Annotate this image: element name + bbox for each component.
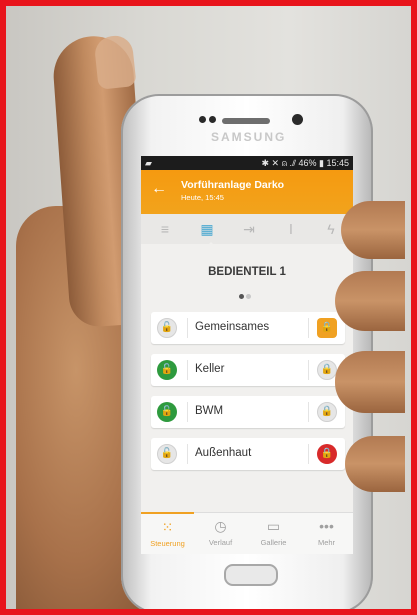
page-dot-active <box>239 294 244 299</box>
area-label: BWM <box>195 405 224 417</box>
chat-icon: ▰ <box>145 158 152 168</box>
hand-finger <box>335 351 405 413</box>
nav-label: Mehr <box>317 538 336 547</box>
lock-icon[interactable]: 🔒 <box>317 360 337 380</box>
divider <box>308 402 309 422</box>
earpiece-speaker <box>222 118 270 124</box>
nav-verlauf[interactable]: ◷ Verlauf <box>194 513 247 554</box>
app-header: ← Vorführanlage Darko Heute, 15:45 <box>141 170 353 214</box>
divider <box>187 402 188 422</box>
back-arrow-icon[interactable]: ← <box>151 180 167 198</box>
area-label: Keller <box>195 363 225 375</box>
home-button[interactable] <box>224 564 278 586</box>
divider <box>187 318 188 338</box>
front-camera <box>292 114 303 125</box>
phone-brand-label: SAMSUNG <box>211 130 287 144</box>
sensor-dot <box>199 116 206 123</box>
thermometer-icon[interactable]: ǀ <box>281 220 301 238</box>
hand-finger <box>345 436 405 492</box>
divider <box>187 360 188 380</box>
unlock-icon[interactable]: 🔓 <box>157 444 177 464</box>
thumb-nail <box>93 34 137 90</box>
nav-gallerie[interactable]: ▭ Gallerie <box>247 513 300 554</box>
keypad-icon[interactable]: ▦ <box>197 220 217 238</box>
hand-finger <box>341 201 405 259</box>
phone-screen: ▰ ✱ ✕ ⍝ .⫽ 46% ▮ 15:45 ← Vorführanlage D… <box>141 156 353 554</box>
area-row-keller[interactable]: 🔓 Keller 🔒 <box>151 354 345 386</box>
clock-icon: ◷ <box>214 518 227 534</box>
area-label: Gemeinsames <box>195 321 270 333</box>
divider <box>187 444 188 464</box>
area-row-aussenhaut[interactable]: 🔓 Außenhaut 🔒 <box>151 438 345 470</box>
area-label: Außenhaut <box>195 447 252 459</box>
header-subtitle: Heute, 15:45 <box>181 193 224 202</box>
divider <box>308 444 309 464</box>
header-title: Vorführanlage Darko <box>181 179 285 191</box>
unlock-icon[interactable]: 🔓 <box>157 360 177 380</box>
nav-steuerung[interactable]: ⁙ Steuerung <box>141 512 194 554</box>
lock-icon[interactable]: 🔒 <box>317 318 337 338</box>
nav-mehr[interactable]: ••• Mehr <box>300 513 353 554</box>
area-row-bwm[interactable]: 🔓 BWM 🔒 <box>151 396 345 428</box>
hand-finger <box>335 271 405 331</box>
unlock-icon[interactable]: 🔓 <box>157 402 177 422</box>
page-indicator <box>239 286 253 304</box>
divider <box>308 318 309 338</box>
keypad-icon: ⁙ <box>161 519 174 535</box>
section-title: BEDIENTEIL 1 <box>208 266 286 278</box>
nav-label: Gallerie <box>260 538 287 547</box>
lightning-icon[interactable]: ϟ <box>321 220 341 238</box>
list-icon[interactable]: ≡ <box>155 220 175 238</box>
video-icon: ▭ <box>266 518 281 534</box>
tab-indicator <box>205 242 217 248</box>
divider <box>308 360 309 380</box>
status-bar: ▰ ✱ ✕ ⍝ .⫽ 46% ▮ 15:45 <box>141 156 353 170</box>
more-icon: ••• <box>319 518 334 534</box>
photo-frame: SAMSUNG ▰ ✱ ✕ ⍝ .⫽ 46% ▮ 15:45 ← Vorführ… <box>0 0 417 615</box>
status-bar-indicators: ✱ ✕ ⍝ .⫽ 46% ▮ 15:45 <box>261 158 350 168</box>
area-list: 🔓 Gemeinsames 🔒 🔓 Keller 🔒 🔓 BWM 🔒 🔓 Auß… <box>151 312 345 480</box>
page-dot <box>246 294 251 299</box>
nav-label: Steuerung <box>150 539 185 548</box>
bottom-nav: ⁙ Steuerung ◷ Verlauf ▭ Gallerie ••• Meh… <box>141 512 353 554</box>
exit-icon[interactable]: ⇥ <box>239 220 259 238</box>
unlock-icon[interactable]: 🔓 <box>157 318 177 338</box>
tab-bar: ≡ ▦ ⇥ ǀ ϟ <box>141 214 353 244</box>
lock-icon[interactable]: 🔒 <box>317 402 337 422</box>
lock-icon[interactable]: 🔒 <box>317 444 337 464</box>
sensor-dot <box>209 116 216 123</box>
area-row-gemeinsames[interactable]: 🔓 Gemeinsames 🔒 <box>151 312 345 344</box>
nav-label: Verlauf <box>208 538 233 547</box>
